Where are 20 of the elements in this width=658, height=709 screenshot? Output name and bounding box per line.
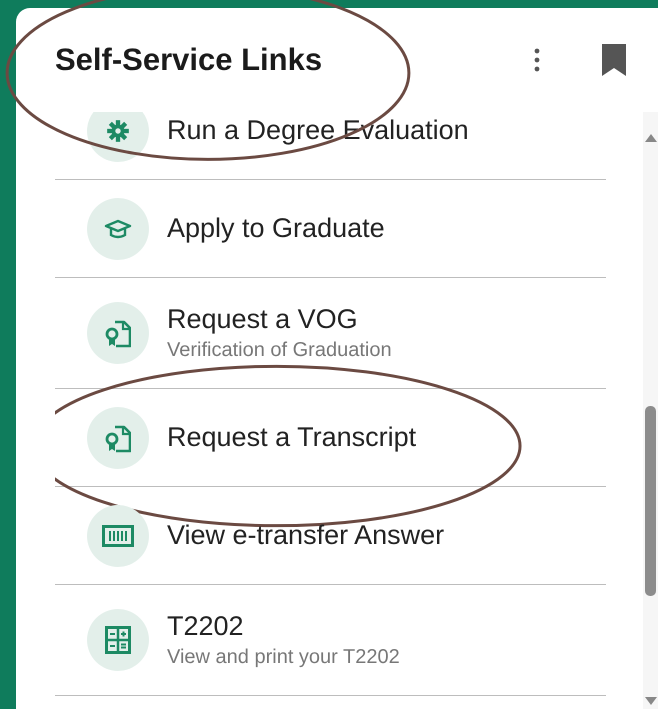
link-item[interactable]: T2202 View and print your T2202 xyxy=(55,585,606,696)
link-title: T2202 xyxy=(167,611,245,642)
scroll-up-icon[interactable] xyxy=(644,134,656,142)
link-item[interactable]: Request a Transcript xyxy=(55,389,606,487)
gear-icon xyxy=(87,112,149,162)
bookmark-icon[interactable] xyxy=(602,44,626,76)
scrollbar[interactable] xyxy=(643,112,658,709)
link-title: Request a VOG xyxy=(167,304,359,335)
more-options-icon[interactable] xyxy=(534,48,540,72)
link-title: View e-transfer Answer xyxy=(167,520,444,551)
scroll-thumb[interactable] xyxy=(645,406,656,596)
link-item[interactable]: View e-transfer Answer xyxy=(55,487,606,585)
link-title: Apply to Graduate xyxy=(167,213,385,244)
link-description: Verification of Graduation xyxy=(167,339,392,362)
link-description: View and print your T2202 xyxy=(167,646,400,669)
link-item[interactable]: Apply to Graduate xyxy=(55,180,606,278)
link-title: Request a Transcript xyxy=(167,422,416,453)
scroll-down-icon[interactable] xyxy=(644,697,656,705)
link-item[interactable]: Request a VOG Verification of Graduation xyxy=(55,278,606,389)
panel-title: Self-Service Links xyxy=(55,42,322,78)
